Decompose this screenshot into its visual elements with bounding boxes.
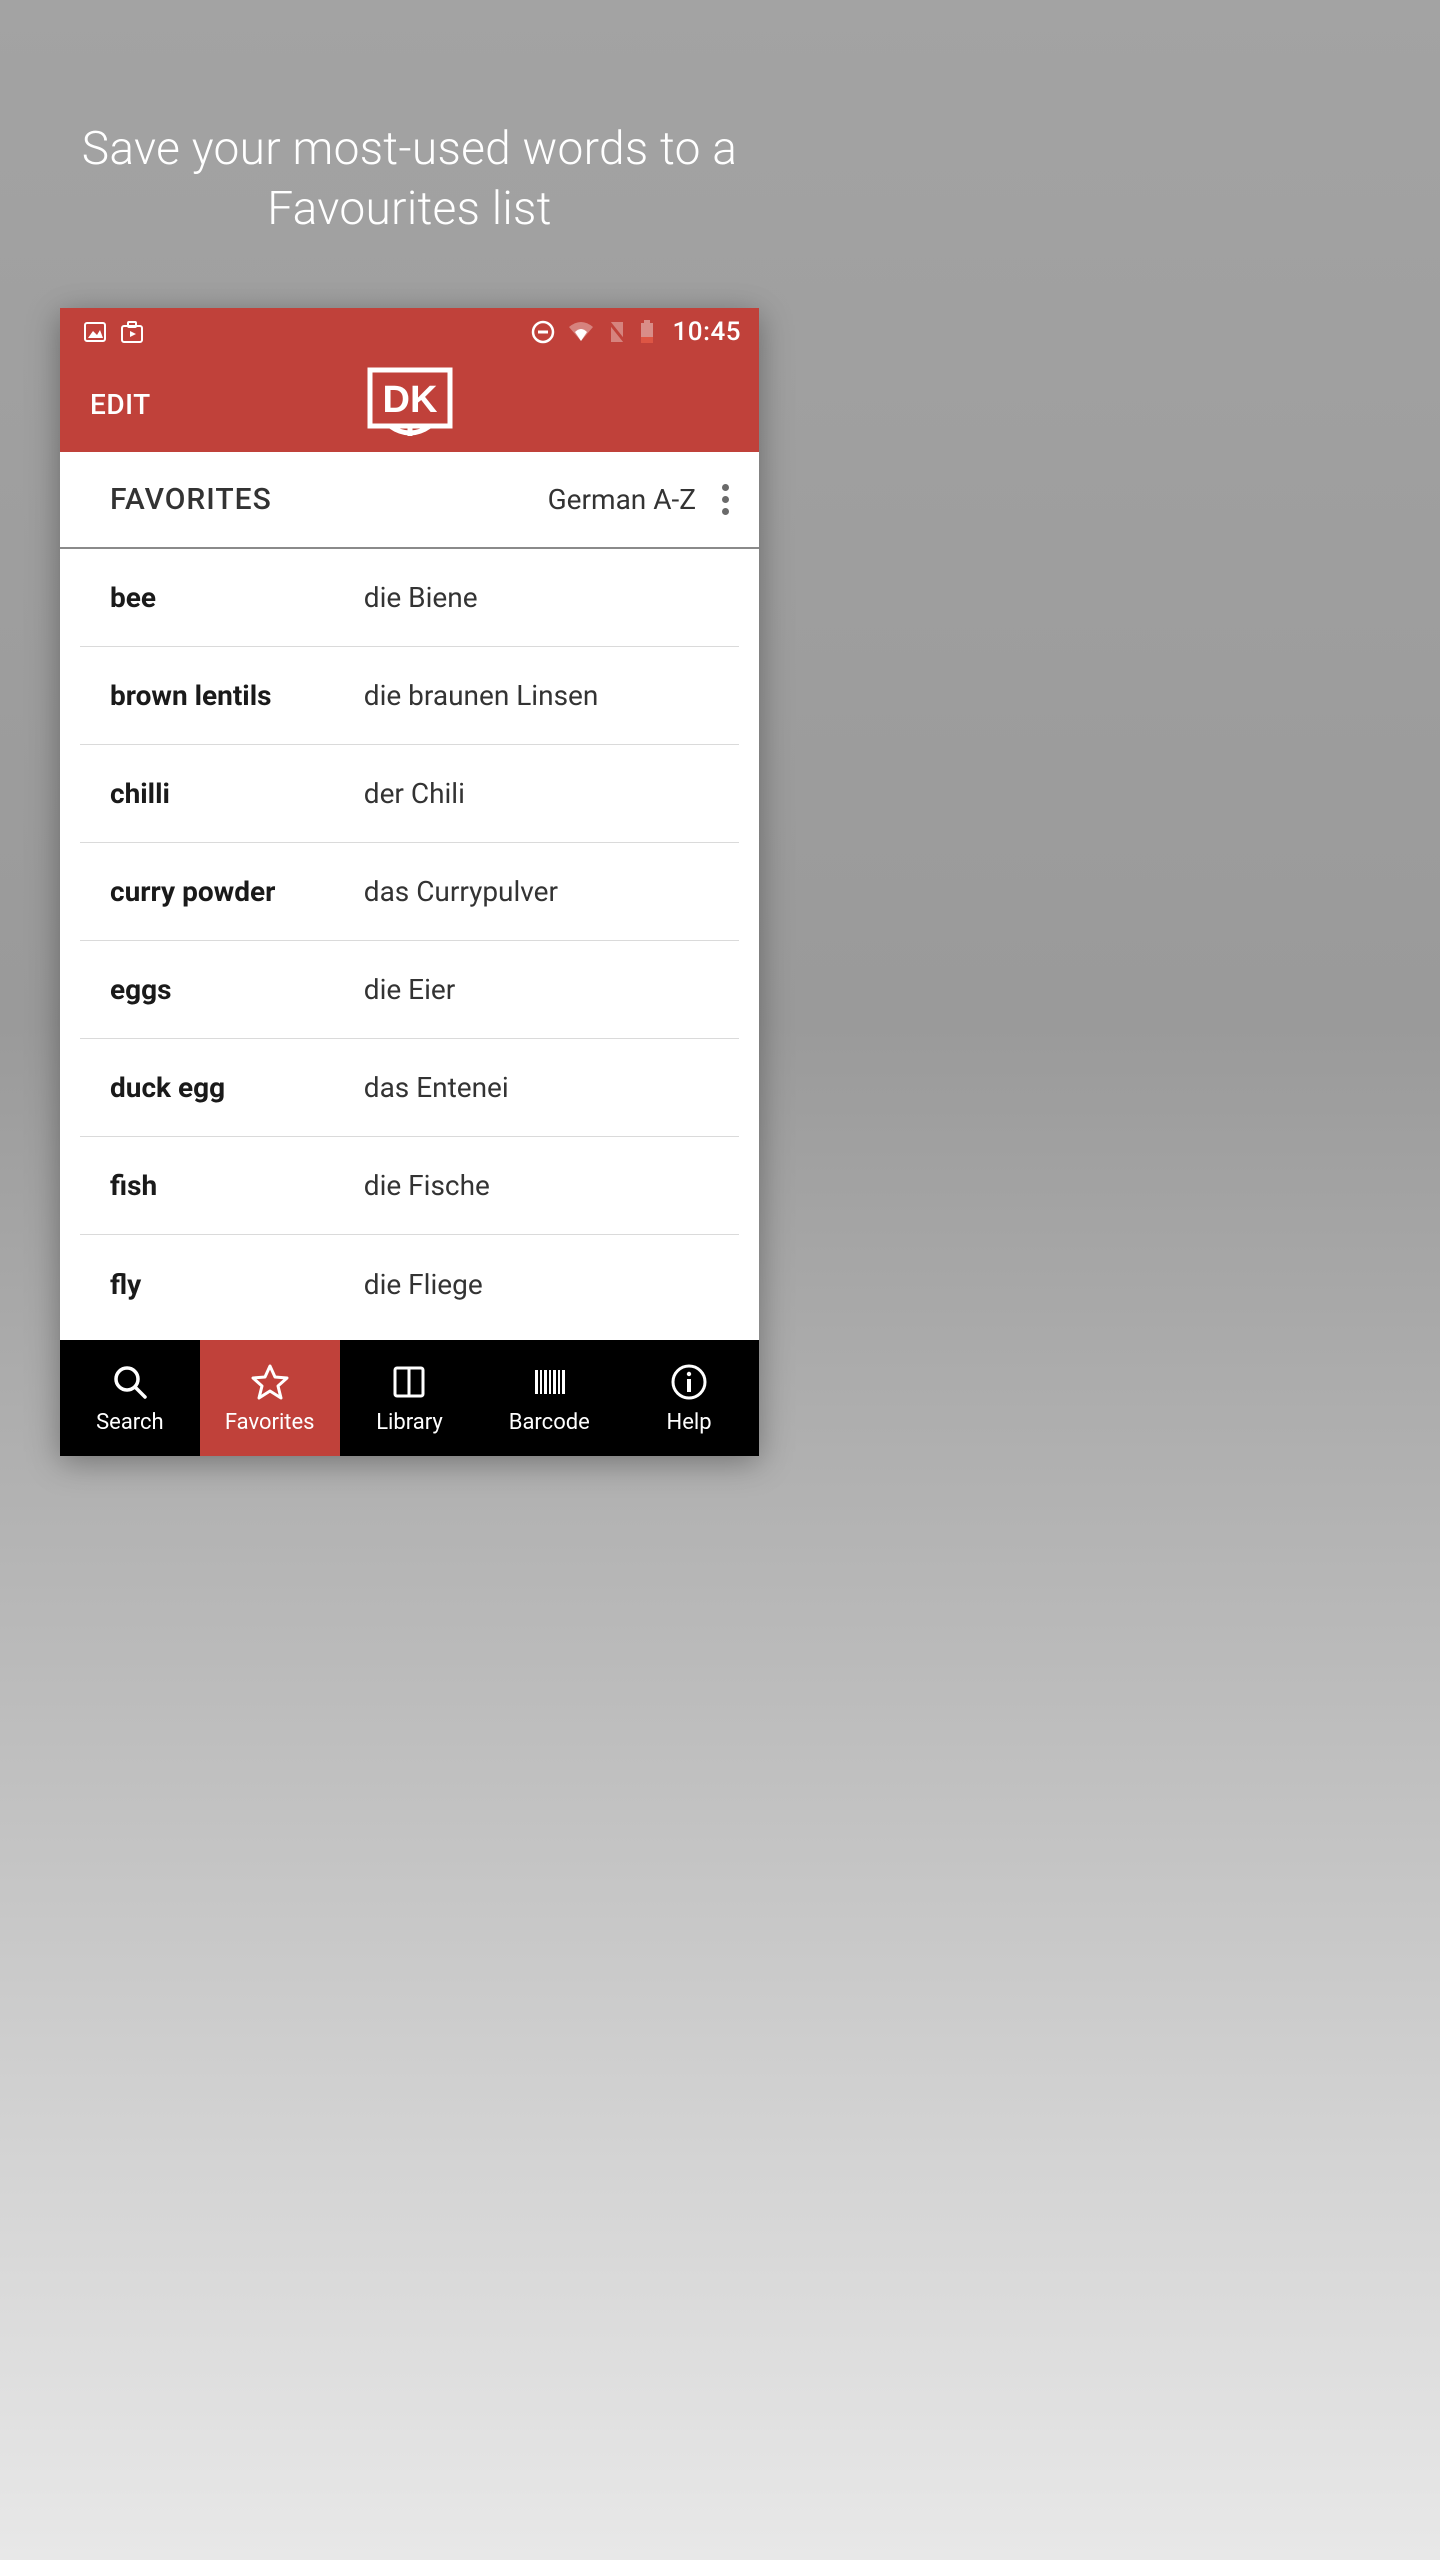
more-options-button[interactable] — [718, 480, 733, 519]
no-sim-icon — [607, 320, 627, 344]
promo-headline: Save your most-used words to a Favourite… — [0, 0, 819, 310]
tab-search[interactable]: Search — [60, 1340, 200, 1456]
word-translation: die Fliege — [364, 1268, 729, 1301]
image-notification-icon — [84, 322, 106, 342]
tab-label: Library — [376, 1410, 443, 1435]
list-item[interactable]: fly die Fliege — [80, 1235, 739, 1333]
word-english: curry powder — [110, 875, 364, 908]
favorites-header: FAVORITES German A-Z — [60, 452, 759, 549]
word-english: brown lentils — [110, 679, 364, 712]
status-bar: 10:45 — [60, 308, 759, 356]
word-english: bee — [110, 581, 364, 614]
list-item[interactable]: curry powder das Currypulver — [80, 843, 739, 941]
barcode-icon — [529, 1362, 569, 1402]
tab-help[interactable]: Help — [619, 1340, 759, 1456]
star-icon — [250, 1362, 290, 1402]
word-translation: das Entenei — [364, 1071, 729, 1104]
tab-label: Search — [96, 1410, 164, 1435]
favorites-list: bee die Biene brown lentils die braunen … — [60, 549, 759, 1340]
word-english: fish — [110, 1169, 364, 1202]
phone-frame: 10:45 EDIT DK FAVORITES German A-Z bee d… — [60, 308, 759, 1456]
info-icon — [669, 1362, 709, 1402]
word-translation: die braunen Linsen — [364, 679, 729, 712]
svg-text:DK: DK — [382, 379, 437, 421]
word-english: chilli — [110, 777, 364, 810]
play-store-notification-icon — [120, 321, 144, 343]
search-icon — [110, 1362, 150, 1402]
list-item[interactable]: chilli der Chili — [80, 745, 739, 843]
wifi-icon — [567, 321, 595, 343]
word-english: eggs — [110, 973, 364, 1006]
list-item[interactable]: bee die Biene — [80, 549, 739, 647]
tab-label: Favorites — [225, 1410, 315, 1435]
list-item[interactable]: duck egg das Entenei — [80, 1039, 739, 1137]
battery-low-icon — [639, 320, 655, 344]
tab-barcode[interactable]: Barcode — [479, 1340, 619, 1456]
do-not-disturb-icon — [531, 320, 555, 344]
list-item[interactable]: brown lentils die braunen Linsen — [80, 647, 739, 745]
word-translation: die Fische — [364, 1169, 729, 1202]
sort-dropdown[interactable]: German A-Z — [548, 483, 696, 516]
tab-bar: Search Favorites Library — [60, 1340, 759, 1456]
favorites-title: FAVORITES — [110, 482, 272, 517]
word-english: fly — [110, 1268, 364, 1301]
book-icon — [389, 1362, 429, 1402]
dk-logo: DK — [360, 362, 460, 446]
tab-favorites[interactable]: Favorites — [200, 1340, 340, 1456]
tab-label: Help — [667, 1410, 712, 1435]
word-english: duck egg — [110, 1071, 364, 1104]
list-item[interactable]: eggs die Eier — [80, 941, 739, 1039]
word-translation: die Biene — [364, 581, 729, 614]
edit-button[interactable]: EDIT — [90, 388, 151, 421]
status-time: 10:45 — [673, 317, 741, 347]
word-translation: der Chili — [364, 777, 729, 810]
list-item[interactable]: fish die Fische — [80, 1137, 739, 1235]
tab-label: Barcode — [509, 1410, 590, 1435]
word-translation: das Currypulver — [364, 875, 729, 908]
word-translation: die Eier — [364, 973, 729, 1006]
app-bar: EDIT DK — [60, 356, 759, 452]
tab-library[interactable]: Library — [340, 1340, 480, 1456]
